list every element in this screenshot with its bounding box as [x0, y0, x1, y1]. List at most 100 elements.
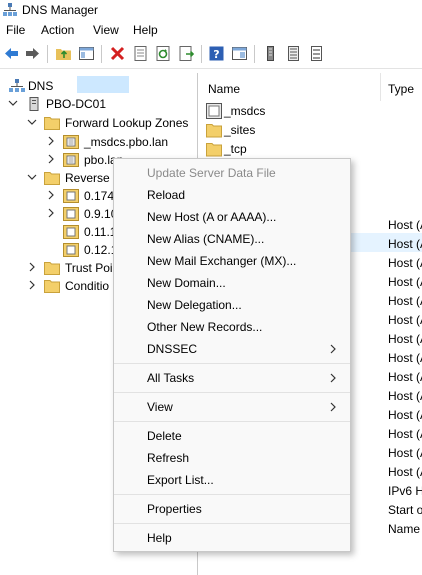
folder-icon: [44, 280, 60, 293]
menu-item-reload[interactable]: Reload: [114, 184, 350, 206]
folder-icon: [44, 117, 60, 130]
chevron-right-icon[interactable]: [27, 262, 37, 272]
tree-label-server: PBO-DC01: [46, 97, 107, 111]
menu-action[interactable]: Action: [41, 23, 74, 37]
properties-icon[interactable]: [132, 45, 149, 62]
menu-item-all-tasks[interactable]: All Tasks: [114, 367, 350, 389]
menu-item-new-host[interactable]: New Host (A or AAAA)...: [114, 206, 350, 228]
help-icon[interactable]: ?: [208, 45, 225, 62]
menu-item-update-server-data-file[interactable]: Update Server Data File: [114, 162, 350, 184]
column-divider[interactable]: [380, 73, 381, 101]
folder-icon: [206, 143, 222, 157]
menu-item-label: Help: [147, 531, 172, 545]
svg-text:?: ?: [213, 48, 219, 61]
folder-icon: [44, 172, 60, 185]
record-type-cell: Host (A: [388, 446, 422, 460]
list-item[interactable]: _sites: [200, 121, 422, 140]
tree-label-reverse-zone-1: 0.174: [84, 189, 115, 203]
menu-item-label: New Delegation...: [147, 298, 242, 312]
menu-item-new-domain[interactable]: New Domain...: [114, 272, 350, 294]
record-type-cell: Host (A: [388, 275, 422, 289]
menu-item-delete[interactable]: Delete: [114, 425, 350, 447]
zone-icon: [63, 153, 79, 167]
menu-item-label: Delete: [147, 429, 182, 443]
up-folder-icon[interactable]: [55, 45, 72, 62]
dns-app-icon: [3, 3, 17, 16]
list-item-name: _sites: [224, 123, 256, 137]
list-item[interactable]: _tcp: [200, 140, 422, 159]
tree-item-server[interactable]: PBO-DC01: [0, 95, 197, 114]
record-type-cell: Host (A: [388, 332, 422, 346]
tree-label-reverse-zones: Reverse L: [65, 171, 120, 185]
menu-file[interactable]: File: [6, 23, 25, 37]
menu-item-label: Other New Records...: [147, 320, 263, 334]
title-bar: DNS Manager: [0, 0, 422, 21]
tree-label-dns: DNS: [28, 79, 54, 93]
back-icon[interactable]: [3, 45, 20, 62]
context-menu: Update Server Data File Reload New Host …: [113, 158, 351, 552]
menu-item-export-list[interactable]: Export List...: [114, 469, 350, 491]
chevron-down-icon[interactable]: [8, 98, 18, 108]
mmc-panel-icon[interactable]: [231, 45, 248, 62]
toolbar-separator: [101, 45, 102, 63]
zone-icon: [63, 135, 79, 149]
menu-item-label: Properties: [147, 502, 202, 516]
menu-item-new-alias[interactable]: New Alias (CNAME)...: [114, 228, 350, 250]
menu-item-dnssec[interactable]: DNSSEC: [114, 338, 350, 360]
menu-item-label: All Tasks: [147, 371, 195, 385]
toolbar-separator: [201, 45, 202, 63]
export-list-icon[interactable]: [178, 45, 195, 62]
menu-item-new-delegation[interactable]: New Delegation...: [114, 294, 350, 316]
chevron-right-icon[interactable]: [46, 190, 56, 200]
chevron-right-icon[interactable]: [46, 208, 56, 218]
toolbar-separator: [254, 45, 255, 63]
menu-item-help[interactable]: Help: [114, 527, 350, 549]
menu-item-label: Update Server Data File: [147, 166, 276, 180]
record-type-cell: Host (A: [388, 370, 422, 384]
folder-icon: [44, 262, 60, 275]
toolbar-separator: [47, 45, 48, 63]
menu-separator: [114, 494, 350, 495]
menu-help[interactable]: Help: [133, 23, 158, 37]
delete-icon[interactable]: [109, 45, 126, 62]
tree-item-forward-lookup-zones[interactable]: Forward Lookup Zones: [0, 114, 197, 133]
menu-item-label: New Alias (CNAME)...: [147, 232, 265, 246]
menu-item-other-new-records[interactable]: Other New Records...: [114, 316, 350, 338]
chevron-right-icon[interactable]: [46, 136, 56, 146]
filter-icon[interactable]: [262, 45, 279, 62]
dns-icon: [9, 79, 25, 92]
record-type-cell: Host (A: [388, 313, 422, 327]
folder-icon: [206, 124, 222, 138]
menu-item-refresh[interactable]: Refresh: [114, 447, 350, 469]
menu-item-label: DNSSEC: [147, 342, 198, 356]
toolbar: ?: [0, 40, 422, 69]
record-type-cell: Start o: [388, 503, 422, 517]
menu-item-new-mail-exchanger[interactable]: New Mail Exchanger (MX)...: [114, 250, 350, 272]
menu-separator: [114, 421, 350, 422]
chevron-down-icon[interactable]: [27, 117, 37, 127]
column-header-name[interactable]: Name: [208, 82, 240, 96]
list-icon[interactable]: [285, 45, 302, 62]
menu-separator: [114, 363, 350, 364]
refresh-icon[interactable]: [155, 45, 172, 62]
record-type-cell: Host (A: [388, 465, 422, 479]
menu-item-view[interactable]: View: [114, 396, 350, 418]
menu-item-label: Reload: [147, 188, 186, 202]
tree-label-zone-msdcs: _msdcs.pbo.lan: [84, 135, 169, 149]
forward-icon[interactable]: [24, 45, 41, 62]
column-header-type[interactable]: Type: [388, 82, 414, 96]
zone-icon: [63, 243, 79, 257]
chevron-right-icon[interactable]: [46, 154, 56, 164]
chevron-down-icon[interactable]: [27, 172, 37, 182]
menu-view[interactable]: View: [93, 23, 119, 37]
chevron-right-icon[interactable]: [27, 280, 37, 290]
chevron-right-icon: [330, 373, 336, 383]
tree-item-zone-msdcs[interactable]: _msdcs.pbo.lan: [0, 133, 197, 152]
show-hide-tree-icon[interactable]: [78, 45, 95, 62]
menu-item-properties[interactable]: Properties: [114, 498, 350, 520]
list-item[interactable]: _msdcs: [200, 102, 422, 121]
record-type-cell: Host (A: [388, 351, 422, 365]
tree-item-dns[interactable]: DNS: [0, 77, 197, 96]
detail-icon[interactable]: [308, 45, 325, 62]
list-item-name: _tcp: [224, 142, 247, 156]
